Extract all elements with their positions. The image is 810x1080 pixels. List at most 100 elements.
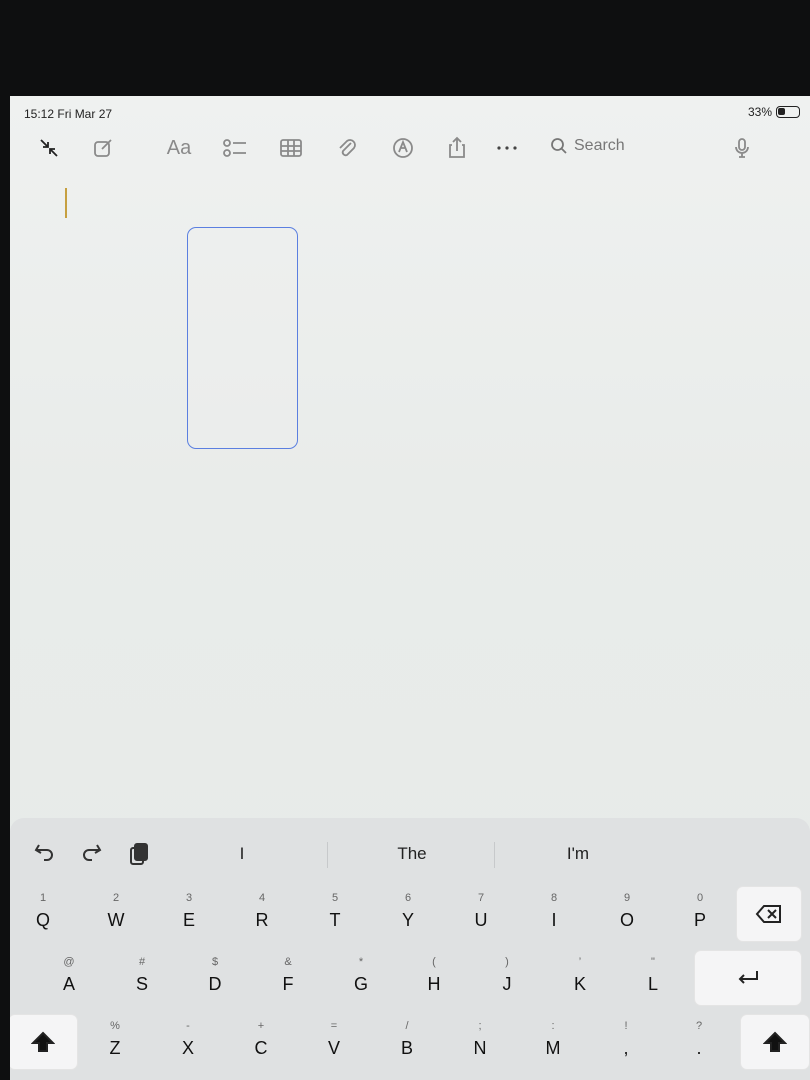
key-secondary-label: ’	[578, 956, 582, 968]
key-h[interactable]: (H	[401, 950, 467, 1006]
key-primary-label: T	[329, 910, 341, 930]
key-t[interactable]: 5T	[302, 886, 368, 942]
table-icon[interactable]	[276, 130, 306, 166]
key-u[interactable]: 7U	[448, 886, 514, 942]
notes-screen: 15:12 Fri Mar 27 33% Aa Search I The I'm…	[10, 96, 810, 1080]
key-secondary-label: &	[284, 956, 292, 968]
share-icon[interactable]	[442, 130, 472, 166]
key-primary-label: R	[255, 910, 269, 930]
markup-pen-icon[interactable]	[388, 130, 418, 166]
key-secondary-label: )	[505, 956, 509, 968]
key-j[interactable]: ) J	[474, 950, 540, 1006]
suggestion-1[interactable]: I	[182, 844, 302, 864]
search-placeholder: Search	[574, 137, 625, 154]
delete-key[interactable]	[736, 886, 802, 942]
key-primary-label: S	[135, 974, 148, 994]
key-secondary-label: 9	[623, 892, 631, 904]
key-primary-label: N	[473, 1038, 487, 1058]
paste-icon[interactable]	[128, 842, 150, 871]
key-z[interactable]: % Z	[82, 1014, 148, 1070]
paperclip-icon[interactable]	[332, 130, 362, 166]
checklist-icon[interactable]	[220, 130, 250, 166]
key-period[interactable]: ?.	[666, 1014, 732, 1070]
key-secondary-label: $	[211, 956, 219, 968]
key-primary-label: B	[400, 1038, 413, 1058]
key-d[interactable]: $ D	[182, 950, 248, 1006]
key-secondary-label: 6	[404, 892, 412, 904]
key-secondary-label: 2	[112, 892, 120, 904]
key-secondary-label: !	[624, 1020, 628, 1032]
key-primary-label: .	[696, 1038, 702, 1058]
shift-key-left[interactable]	[10, 1014, 78, 1070]
shift-key-right[interactable]	[740, 1014, 810, 1070]
key-secondary-label: =	[330, 1020, 338, 1032]
redo-icon[interactable]	[80, 842, 102, 867]
key-n[interactable]: ; N	[447, 1014, 513, 1070]
key-secondary-label: "	[651, 956, 655, 968]
key-primary-label: O	[619, 910, 634, 930]
compose-icon[interactable]	[88, 130, 118, 166]
key-primary-label: Z	[109, 1038, 121, 1058]
key-primary-label: Y	[401, 910, 414, 930]
key-primary-label: M	[545, 1038, 561, 1058]
status-time: 15:12 Fri Mar 27	[24, 107, 113, 121]
key-primary-label: A	[62, 974, 75, 994]
search-icon	[551, 138, 567, 154]
key-l[interactable]: " L	[620, 950, 686, 1006]
key-o[interactable]: 9O	[594, 886, 660, 942]
ellipsis-icon[interactable]	[492, 130, 522, 166]
battery-percent: 33%	[747, 105, 772, 119]
search-field[interactable]: Search	[550, 130, 650, 162]
key-secondary-label: /	[405, 1020, 409, 1032]
key-comma[interactable]: !,	[593, 1014, 659, 1070]
text-cursor	[65, 188, 67, 218]
key-e[interactable]: 3E	[156, 886, 222, 942]
key-i[interactable]: 8I	[521, 886, 587, 942]
key-s[interactable]: # S	[109, 950, 175, 1006]
format-button[interactable]: Aa	[162, 130, 196, 166]
suggestion-2[interactable]: The	[352, 844, 472, 864]
key-secondary-label: 8	[550, 892, 558, 904]
notes-toolbar: Aa Search	[10, 130, 810, 170]
key-c[interactable]: + C	[228, 1014, 294, 1070]
key-q[interactable]: 1Q	[10, 886, 76, 942]
key-r[interactable]: 4R	[229, 886, 295, 942]
key-secondary-label: ?	[695, 1020, 703, 1032]
key-g[interactable]: * G	[328, 950, 394, 1006]
key-secondary-label: 7	[477, 892, 485, 904]
key-primary-label: F	[282, 974, 294, 994]
key-w[interactable]: 2W	[83, 886, 149, 942]
keyboard-shortcut-bar: I The I'm	[10, 828, 810, 878]
key-primary-label: U	[474, 910, 488, 930]
drawn-rectangle[interactable]	[187, 227, 298, 449]
microphone-icon[interactable]	[730, 130, 754, 166]
key-y[interactable]: 6Y	[375, 886, 441, 942]
return-key[interactable]	[694, 950, 802, 1006]
key-secondary-label: +	[257, 1020, 265, 1032]
key-primary-label: X	[181, 1038, 194, 1058]
undo-icon[interactable]	[34, 842, 56, 867]
suggestion-divider	[327, 842, 328, 868]
key-p[interactable]: 0P	[667, 886, 733, 942]
key-primary-label: E	[182, 910, 195, 930]
collapse-arrows-icon[interactable]	[34, 130, 64, 166]
key-primary-label: D	[208, 974, 222, 994]
key-primary-label: I	[551, 910, 557, 930]
suggestion-3[interactable]: I'm	[518, 844, 638, 864]
key-b[interactable]: / B	[374, 1014, 440, 1070]
key-f[interactable]: & F	[255, 950, 321, 1006]
key-primary-label: L	[647, 974, 658, 994]
key-a[interactable]: @ A	[36, 950, 102, 1006]
key-x[interactable]: -X	[155, 1014, 221, 1070]
key-primary-label: P	[693, 910, 706, 930]
onscreen-keyboard: I The I'm 1 Q 2 W 3 E 4 R 5 T 6 Y 7 U 8 I 9 O 0 P @ A # S $ D & F * G…	[10, 818, 810, 1080]
key-v[interactable]: = V	[301, 1014, 367, 1070]
key-secondary-label: #	[138, 956, 146, 968]
key-k[interactable]: ’ K	[547, 950, 613, 1006]
key-m[interactable]: :M	[520, 1014, 586, 1070]
key-secondary-label: ;	[478, 1020, 482, 1032]
key-secondary-label: -	[186, 1020, 190, 1032]
key-secondary-label: :	[551, 1020, 555, 1032]
key-primary-label: G	[353, 974, 368, 994]
key-primary-label: K	[573, 974, 586, 994]
